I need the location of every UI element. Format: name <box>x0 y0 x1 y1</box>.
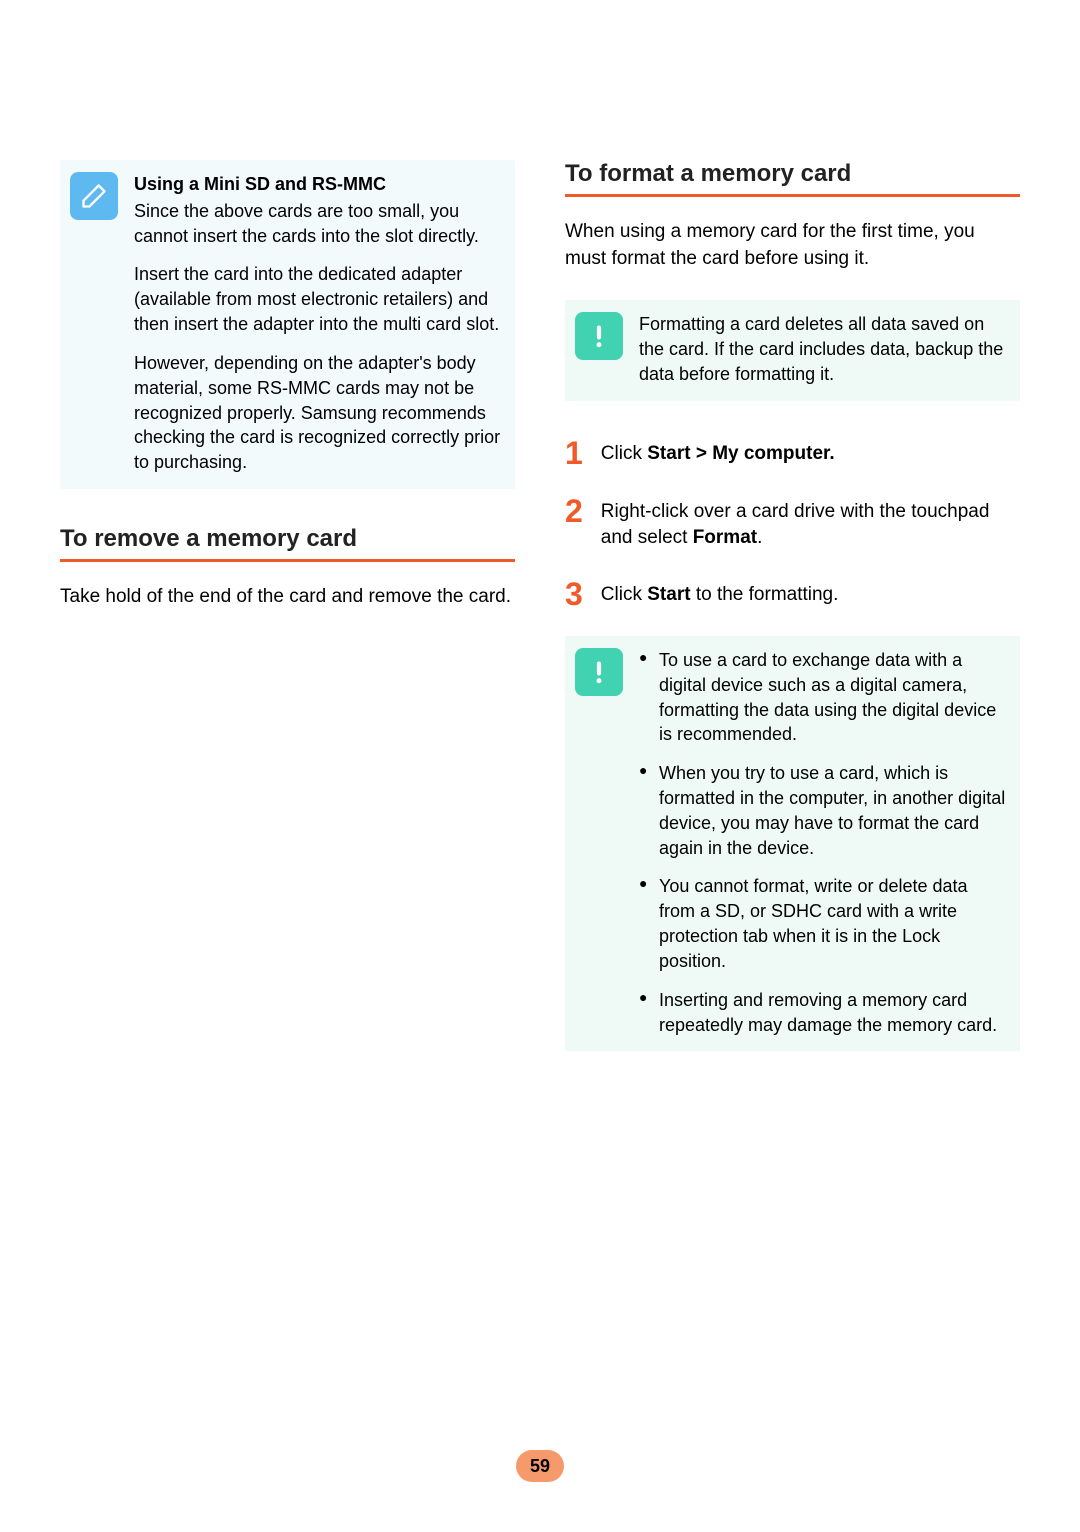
page-number-badge: 59 <box>516 1450 564 1482</box>
page-number: 59 <box>530 1456 550 1477</box>
left-column: Using a Mini SD and RS-MMC Since the abo… <box>60 160 515 1087</box>
step-3-number: 3 <box>565 578 583 610</box>
warning-note-1: Formatting a card deletes all data saved… <box>565 300 1020 400</box>
step-1-text: Click Start > My computer. <box>601 437 1020 469</box>
pencil-note-icon <box>70 172 118 220</box>
warning-bullet-1: To use a card to exchange data with a di… <box>639 648 1006 747</box>
step-2-text: Right-click over a card drive with the t… <box>601 495 1020 552</box>
step-3-text: Click Start to the formatting. <box>601 578 1020 610</box>
info-note-title: Using a Mini SD and RS-MMC <box>134 172 501 197</box>
info-note-p1: Since the above cards are too small, you… <box>134 199 501 249</box>
step-1-number: 1 <box>565 437 583 469</box>
step-2-number: 2 <box>565 495 583 552</box>
remove-card-heading: To remove a memory card <box>60 525 515 562</box>
warning-bullet-2: When you try to use a card, which is for… <box>639 761 1006 860</box>
info-note-p3: However, depending on the adapter's body… <box>134 351 501 475</box>
warning-bullet-4: Inserting and removing a memory card rep… <box>639 988 1006 1038</box>
step-3: 3 Click Start to the formatting. <box>565 578 1020 610</box>
warning-note-1-content: Formatting a card deletes all data saved… <box>639 312 1006 386</box>
warning-note-2: To use a card to exchange data with a di… <box>565 636 1020 1052</box>
exclamation-icon <box>575 648 623 696</box>
page-content: Using a Mini SD and RS-MMC Since the abo… <box>0 0 1080 1087</box>
warning-note-1-text: Formatting a card deletes all data saved… <box>639 312 1006 386</box>
format-card-heading: To format a memory card <box>565 160 1020 197</box>
step-1: 1 Click Start > My computer. <box>565 437 1020 469</box>
info-note-box: Using a Mini SD and RS-MMC Since the abo… <box>60 160 515 489</box>
warning-note-2-content: To use a card to exchange data with a di… <box>639 648 1006 1038</box>
right-column: To format a memory card When using a mem… <box>565 160 1020 1087</box>
step-2: 2 Right-click over a card drive with the… <box>565 495 1020 552</box>
exclamation-icon <box>575 312 623 360</box>
warning-note-2-list: To use a card to exchange data with a di… <box>639 648 1006 1038</box>
format-card-intro: When using a memory card for the first t… <box>565 219 1020 272</box>
info-note-content: Using a Mini SD and RS-MMC Since the abo… <box>134 172 501 475</box>
info-note-p2: Insert the card into the dedicated adapt… <box>134 262 501 336</box>
warning-bullet-3: You cannot format, write or delete data … <box>639 874 1006 973</box>
remove-card-body: Take hold of the end of the card and rem… <box>60 584 515 611</box>
